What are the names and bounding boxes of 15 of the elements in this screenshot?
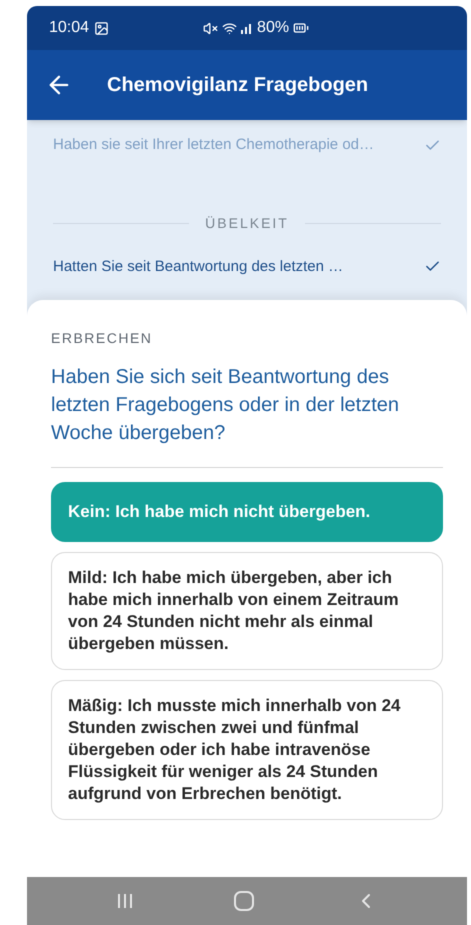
signal-icon: [241, 22, 254, 34]
home-icon[interactable]: [232, 890, 255, 912]
question-text: Haben Sie sich seit Beantwortung des letzten Fragebogens oder in der letzten Woche übergeben?: [51, 365, 400, 446]
answer-option[interactable]: Mild: Ich habe mich übergeben, aber ich habe mich innerhalb von einem Zeitraum von 24 Stunden nicht mehr als einmal übergeben müssen.: [51, 552, 443, 670]
mute-icon: [203, 20, 218, 36]
answer-option[interactable]: Mäßig: Ich musste mich innerhalb von 24 Stunden zwischen zwei und fünfmal übergeben oder ich habe intravenöse Flüssigkeit für weniger als 24 Stunden aufgrund von Erbrechen benötigt.: [51, 680, 443, 820]
status-time: 10:04: [49, 18, 90, 38]
battery-percent: 80%: [257, 18, 290, 38]
answered-question[interactable]: Hatten Sie seit Beantwortung des letzten …: [53, 256, 441, 278]
recent-apps-icon[interactable]: [116, 892, 134, 910]
section-heading: ÜBELKEIT: [205, 214, 289, 232]
app-title: Chemovigilanz Fragebogen: [107, 73, 368, 98]
image-icon: [94, 20, 110, 36]
wifi-icon: [222, 20, 238, 36]
category-label: ERBRECHEN: [51, 329, 154, 348]
